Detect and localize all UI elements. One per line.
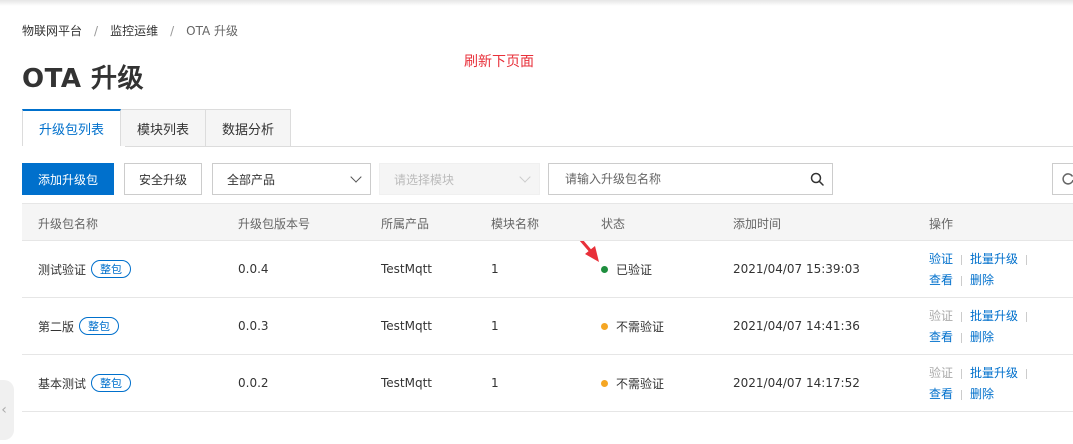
package-name-cell: 第二版 整包 bbox=[38, 298, 120, 354]
table-row: 第二版 整包 0.0.3 TestMqtt 1 不需验证 2021/04/07 … bbox=[22, 298, 1073, 355]
tab-data-analysis[interactable]: 数据分析 bbox=[206, 109, 292, 147]
table-row: 基本测试 整包 0.0.2 TestMqtt 1 不需验证 2021/04/07… bbox=[22, 355, 1073, 412]
page-title: OTA 升级 bbox=[22, 64, 144, 94]
header-name: 升级包名称 bbox=[38, 216, 99, 231]
package-name-cell: 基本测试 整包 bbox=[38, 355, 132, 411]
tab-bar: 升级包列表 模块列表 数据分析 bbox=[22, 109, 292, 147]
add-package-button[interactable]: 添加升级包 bbox=[22, 163, 115, 195]
verify-link: 验证 bbox=[929, 366, 954, 380]
added-time: 2021/04/07 14:17:52 bbox=[733, 376, 860, 390]
header-time: 添加时间 bbox=[733, 216, 782, 231]
package-version: 0.0.4 bbox=[238, 262, 269, 276]
table-header: 升级包名称 升级包版本号 所属产品 模块名称 状态 添加时间 操作 bbox=[22, 203, 1073, 241]
product-select[interactable]: 全部产品 bbox=[212, 163, 372, 195]
search-icon[interactable] bbox=[810, 172, 824, 186]
table-row: 测试验证 整包 0.0.4 TestMqtt 1 已验证 2021/04/07 … bbox=[22, 241, 1073, 298]
module-select[interactable]: 请选择模块 bbox=[379, 163, 541, 195]
delete-link[interactable]: 删除 bbox=[970, 387, 994, 401]
verify-link: 验证 bbox=[929, 309, 954, 323]
module-select-placeholder: 请选择模块 bbox=[394, 172, 455, 187]
delete-link[interactable]: 删除 bbox=[970, 273, 994, 287]
search-box bbox=[548, 163, 834, 195]
package-module: 1 bbox=[491, 262, 499, 276]
header-version: 升级包版本号 bbox=[238, 216, 311, 231]
batch-upgrade-link[interactable]: 批量升级 bbox=[970, 252, 1018, 266]
package-name: 基本测试 bbox=[38, 376, 87, 391]
status-dot-icon bbox=[601, 265, 608, 273]
package-type-tag: 整包 bbox=[91, 260, 132, 278]
breadcrumb-item-current: OTA 升级 bbox=[186, 24, 238, 38]
sidebar-collapse-handle[interactable]: ‹ bbox=[0, 380, 14, 440]
status-dot-icon bbox=[601, 379, 608, 387]
added-time: 2021/04/07 15:39:03 bbox=[733, 262, 860, 276]
verify-link[interactable]: 验证 bbox=[929, 252, 953, 266]
breadcrumb: 物联网平台 / 监控运维 / OTA 升级 bbox=[22, 22, 238, 39]
package-name: 第二版 bbox=[38, 319, 75, 334]
status-text: 不需验证 bbox=[616, 376, 665, 391]
status-text: 不需验证 bbox=[616, 319, 665, 334]
breadcrumb-item-platform[interactable]: 物联网平台 bbox=[22, 22, 82, 39]
refresh-icon bbox=[1062, 173, 1073, 185]
row-actions: 验证 批量升级 查看 删除 bbox=[929, 306, 1035, 348]
header-status: 状态 bbox=[601, 216, 626, 231]
refresh-button[interactable] bbox=[1052, 163, 1073, 195]
package-module: 1 bbox=[491, 376, 499, 390]
status-cell: 不需验证 bbox=[601, 355, 664, 411]
view-link[interactable]: 查看 bbox=[929, 273, 953, 287]
status-cell: 已验证 bbox=[601, 241, 652, 297]
chevron-down-icon bbox=[519, 171, 531, 183]
product-select-value: 全部产品 bbox=[227, 172, 276, 187]
status-cell: 不需验证 bbox=[601, 298, 664, 354]
chevron-left-icon: ‹ bbox=[1, 402, 7, 418]
package-table: 升级包名称 升级包版本号 所属产品 模块名称 状态 添加时间 操作 测试验证 整… bbox=[22, 203, 1073, 412]
batch-upgrade-link[interactable]: 批量升级 bbox=[970, 366, 1018, 380]
batch-upgrade-link[interactable]: 批量升级 bbox=[970, 309, 1018, 323]
package-name-cell: 测试验证 整包 bbox=[38, 241, 132, 297]
header-module: 模块名称 bbox=[491, 216, 540, 231]
view-link[interactable]: 查看 bbox=[929, 330, 953, 344]
breadcrumb-item-monitor[interactable]: 监控运维 bbox=[110, 22, 158, 39]
package-type-tag: 整包 bbox=[79, 317, 120, 335]
tab-module-list[interactable]: 模块列表 bbox=[121, 109, 207, 147]
search-input[interactable] bbox=[565, 172, 796, 186]
added-time: 2021/04/07 14:41:36 bbox=[733, 319, 860, 333]
row-actions: 验证 批量升级 查看 删除 bbox=[929, 363, 1035, 405]
package-version: 0.0.2 bbox=[238, 376, 269, 390]
package-type-tag: 整包 bbox=[91, 374, 132, 392]
status-text: 已验证 bbox=[616, 262, 653, 277]
package-product: TestMqtt bbox=[381, 319, 433, 333]
annotation-text: 刷新下页面 bbox=[464, 54, 534, 70]
breadcrumb-separator: / bbox=[170, 23, 175, 38]
chevron-down-icon bbox=[350, 171, 362, 183]
row-actions: 验证 批量升级 查看 删除 bbox=[929, 249, 1035, 291]
secure-upgrade-button[interactable]: 安全升级 bbox=[124, 163, 203, 195]
tabs-divider bbox=[22, 146, 1073, 147]
top-shadow bbox=[0, 0, 1073, 6]
package-version: 0.0.3 bbox=[238, 319, 269, 333]
header-product: 所属产品 bbox=[381, 216, 430, 231]
package-product: TestMqtt bbox=[381, 262, 433, 276]
toolbar: 添加升级包 安全升级 全部产品 请选择模块 bbox=[22, 163, 834, 195]
tab-package-list[interactable]: 升级包列表 bbox=[22, 109, 122, 147]
package-name: 测试验证 bbox=[38, 262, 87, 277]
delete-link[interactable]: 删除 bbox=[970, 330, 994, 344]
package-module: 1 bbox=[491, 319, 499, 333]
header-actions: 操作 bbox=[929, 216, 954, 231]
package-product: TestMqtt bbox=[381, 376, 433, 390]
view-link[interactable]: 查看 bbox=[929, 387, 953, 401]
status-dot-icon bbox=[601, 322, 608, 330]
breadcrumb-separator: / bbox=[94, 23, 99, 38]
